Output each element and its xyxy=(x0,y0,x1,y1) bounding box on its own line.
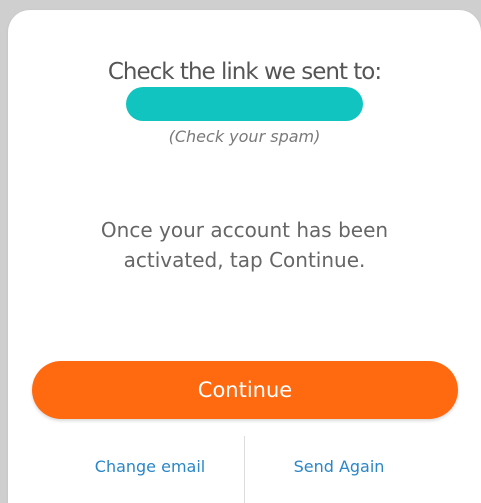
activation-dialog: Check the link we sent to: (Check your s… xyxy=(8,10,481,503)
continue-button[interactable]: Continue xyxy=(32,361,458,419)
change-email-link[interactable]: Change email xyxy=(56,457,244,476)
dialog-title: Check the link we sent to: xyxy=(107,59,382,85)
send-again-link[interactable]: Send Again xyxy=(245,457,433,476)
activation-instructions: Once your account has been activated, ta… xyxy=(100,218,389,272)
redacted-email-pill xyxy=(126,87,363,121)
spam-note: (Check your spam) xyxy=(168,127,321,146)
